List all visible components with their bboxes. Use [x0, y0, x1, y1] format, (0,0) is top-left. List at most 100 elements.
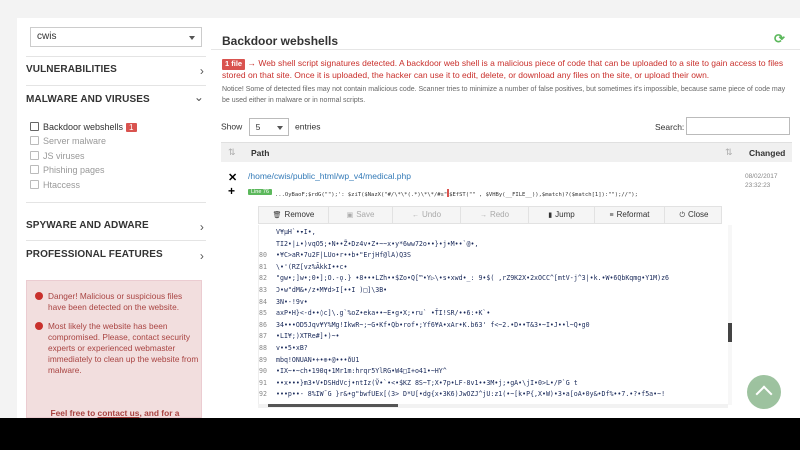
code-line: 85 axP•H}<-d••◊c]\.g`%oZ•eka••~E•g•X;•ru`… — [259, 307, 728, 319]
section-professional-features[interactable]: PROFESSIONAL FEATURES › — [26, 249, 206, 267]
code-line: 89 mbq!ONUAN•+•⊕•@•••ðU1 — [259, 354, 728, 366]
chevron-down-icon: ⌄ — [193, 90, 204, 104]
sidebar-item-label: JS viruses — [43, 151, 85, 161]
button-label: Undo — [421, 210, 442, 219]
file-icon — [30, 136, 39, 145]
time: 23:32:23 — [745, 182, 771, 189]
expand-icon[interactable]: + — [228, 184, 235, 198]
date: 08/02/2017 — [745, 173, 778, 180]
main-panel: Backdoor webshells ⟳ 1 file → Web shell … — [211, 18, 800, 418]
code-line: TI2•|⊥•)vqO5;•N••Z̃•Dz4v•Z•~~x•y*6ww72o•… — [259, 238, 728, 250]
line-text: Ͻ•w"dM&•/z•M¥d>I[••I )□]\3B• — [276, 286, 388, 294]
line-text: •LI¥;)XTRe#]•)~• — [276, 332, 340, 341]
button-label: Jump — [555, 210, 575, 219]
code-line: 86 34•••OD5Jqv¥Y%Mg!IkwR~;~G•Kf•Qb•rof•;Y… — [259, 319, 728, 331]
line-text: 34•••OD5Jqv¥Y%Mg!IkwR~;~G•Kf•Qb•rof•;Yf6… — [276, 320, 590, 329]
sidebar-item-phishing-pages[interactable]: Phishing pages — [30, 165, 105, 179]
sort-icon[interactable]: ⇅ — [228, 147, 236, 158]
code-line: 84 3N•-!9v• — [259, 296, 728, 308]
redo-button[interactable]: → Redo — [461, 207, 529, 223]
site-select[interactable]: cwis — [30, 27, 202, 47]
line-text: "gw•;]w•;0•];O.-ǫ.} •8•••LZh••$Zo•Q[™•Y▷… — [276, 274, 670, 283]
line-text: \•'(RZ[vz%ÃkkI••c• — [276, 262, 348, 271]
alert-text: Most likely the website has been comprom… — [48, 321, 199, 375]
sidebar-item-htaccess[interactable]: Htaccess — [30, 180, 80, 194]
column-header-path[interactable]: Path — [251, 148, 269, 158]
code-line: 92 •••p••- 8%IW¯G }r&•g"bwfUEx[(3> D*U[•d… — [259, 388, 728, 400]
code-line: 91 ••x•••}m3•V•DSHdVcj•ntIz(Ṽ•`•<•$KZ 8S~… — [259, 377, 728, 389]
entries-select[interactable]: 5 — [248, 118, 289, 136]
description-text: → Web shell script signatures detected. … — [222, 58, 784, 80]
editor-vertical-scrollbar[interactable] — [728, 225, 732, 405]
count-badge: 1 — [126, 123, 137, 132]
jump-button[interactable]: ▮ Jump — [529, 207, 595, 223]
close-icon[interactable]: ✕ — [228, 171, 237, 184]
code-snippet-before: ...OyBaoF;$rdG("");': $ziT($NazX("#/\*\*… — [275, 192, 448, 198]
entries-select-value: 5 — [255, 122, 261, 132]
divider — [211, 49, 800, 50]
show-label: Show — [221, 121, 243, 132]
section-vulnerabilities[interactable]: VULNERABILITIES › — [26, 64, 206, 82]
site-select-value: cwis — [37, 31, 57, 42]
line-number: 87 — [259, 332, 267, 341]
show-entries: Show 5 entries — [221, 118, 321, 136]
alert-icon — [35, 292, 43, 300]
divider — [26, 85, 206, 86]
caret-down-icon — [276, 126, 283, 130]
contact-us-link[interactable]: contact us — [98, 408, 140, 418]
arrow-right-icon: → — [479, 212, 487, 219]
app-screen: cwis VULNERABILITIES › MALWARE AND VIRUS… — [0, 0, 800, 418]
sidebar-item-backdoor-webshells[interactable]: Backdoor webshells 1 — [30, 122, 137, 136]
sidebar-item-label: Htaccess — [43, 180, 81, 190]
divider — [26, 56, 206, 57]
file-path-link[interactable]: /home/cwis/public_html/wp_v4/medical.php — [248, 171, 411, 181]
entries-label: entries — [295, 121, 321, 132]
save-button[interactable]: ▣ Save — [329, 207, 393, 223]
button-label: Reformat — [616, 210, 650, 219]
sidebar-item-server-malware[interactable]: Server malware — [30, 136, 106, 150]
code-editor[interactable]: V¥µH`•▾I•, TI2•|⊥•)vqO5;•N••Z̃•Dz4v•Z•~~x… — [258, 225, 728, 405]
file-icon — [30, 180, 39, 189]
button-label: Close — [688, 210, 709, 219]
editor-horizontal-thumb[interactable] — [268, 404, 398, 407]
line-number-badge: Line 76 — [248, 189, 273, 195]
section-spyware-and-adware[interactable]: SPYWARE AND ADWARE › — [26, 220, 206, 238]
file-icon — [30, 151, 39, 160]
refresh-icon[interactable]: ⟳ — [774, 32, 788, 46]
table-header: ⇅ Path ⇅ Changed — [221, 142, 792, 162]
chevron-up-icon — [755, 385, 773, 403]
close-button[interactable]: ⏻ Close — [665, 207, 723, 223]
code-line: 88 v••5•xB? — [259, 342, 728, 354]
undo-button[interactable]: ← Undo — [393, 207, 461, 223]
save-icon: ▣ — [346, 212, 354, 219]
line-text: ••x•••}m3•V•DSHdVcj•ntIz(Ṽ•`•<•$KZ 8S~T;… — [276, 378, 578, 387]
alert-line: Danger! Malicious or suspicious files ha… — [35, 291, 199, 313]
arrow-left-icon: ← — [411, 212, 419, 219]
line-number: 85 — [259, 309, 267, 318]
sort-icon[interactable]: ⇅ — [725, 147, 733, 158]
file-icon — [30, 122, 39, 131]
button-label: Save — [356, 210, 375, 219]
files-count-badge: 1 file — [222, 59, 246, 70]
section-malware-and-viruses[interactable]: MALWARE AND VIRUSES ⌄ — [26, 90, 206, 112]
sidebar-item-js-viruses[interactable]: JS viruses — [30, 151, 85, 165]
line-number: 89 — [259, 355, 267, 364]
line-text: v••5•xB? — [276, 344, 308, 352]
column-header-changed[interactable]: Changed — [749, 148, 785, 158]
remove-button[interactable]: 🗑 Remove — [259, 207, 329, 223]
power-icon: ⏻ — [679, 212, 686, 219]
line-number: 91 — [259, 378, 267, 387]
line-number: 84 — [259, 297, 267, 306]
line-text: •¥C>aR•7u2F|LUo•r••b•"ErjHf@lA)Q3S — [276, 251, 411, 260]
scroll-to-top-button[interactable] — [747, 375, 781, 409]
alert-footer: Feel free to contact us, and for a reaso… — [33, 407, 197, 418]
caret-down-icon — [189, 36, 195, 40]
code-line: 82 "gw•;]w•;0•];O.-ǫ.} •8•••LZh••$Zo•Q[™•… — [259, 272, 728, 284]
search-input[interactable] — [686, 117, 790, 135]
line-text: V¥µH`•▾I•, — [276, 228, 316, 236]
reformat-button[interactable]: ≡ Reformat — [595, 207, 665, 223]
editor-scroll-thumb[interactable] — [728, 323, 732, 342]
notice-text: Notice! Some of detected files may not c… — [222, 86, 786, 104]
button-label: Redo — [489, 210, 510, 219]
section-label: PROFESSIONAL FEATURES — [26, 249, 163, 260]
